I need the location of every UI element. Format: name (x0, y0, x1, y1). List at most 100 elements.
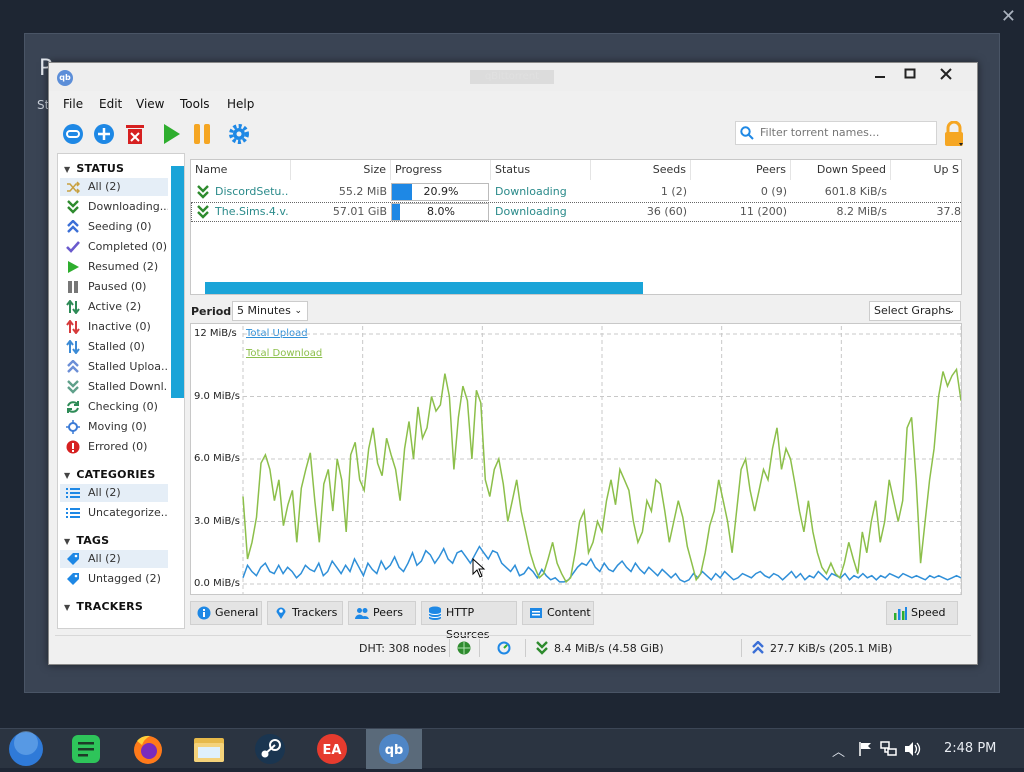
list-icon (66, 488, 80, 498)
mouse-cursor-icon (472, 558, 486, 578)
tags-header-label: TAGS (76, 534, 110, 547)
info-icon (197, 606, 211, 620)
tab-content[interactable]: Content (522, 601, 594, 625)
sidebar-status-item[interactable]: Seeding (0) (60, 218, 168, 236)
tab-general[interactable]: General (190, 601, 262, 625)
options-button[interactable] (227, 122, 251, 146)
torrent-row[interactable]: The.Sims.4.v... 57.01 GiB 8.0% Downloadi… (191, 202, 961, 222)
menu-file[interactable]: File (63, 97, 83, 111)
sidebar-item-label: Active (2) (88, 300, 142, 313)
pause-button[interactable] (190, 122, 214, 146)
sidebar-status-item[interactable]: Checking (0) (60, 398, 168, 416)
sidebar-category-item[interactable]: Uncategorize... (60, 504, 168, 522)
sidebar-status-item[interactable]: Errored (0) (60, 438, 168, 456)
sidebar-status-item[interactable]: Active (2) (60, 298, 168, 316)
taskbar-notes-app[interactable] (58, 729, 114, 769)
sidebar-item-label: Stalled Uploa... (88, 360, 168, 373)
tab-trackers[interactable]: Trackers (267, 601, 343, 625)
torrent-row[interactable]: DiscordSetu... 55.2 MiB 20.9% Downloadin… (191, 182, 961, 202)
bar-chart-icon (894, 607, 907, 620)
sidebar-status-item[interactable]: Stalled (0) (60, 338, 168, 356)
torrent-size: 57.01 GiB (332, 205, 387, 218)
trackers-header[interactable]: ▼ TRACKERS (64, 600, 143, 613)
column-header-up-speed[interactable]: Up S (891, 160, 961, 180)
menu-edit[interactable]: Edit (99, 97, 122, 111)
menu-help[interactable]: Help (227, 97, 254, 111)
updown-arrows-icon (66, 319, 80, 335)
column-header-down-speed[interactable]: Down Speed (791, 160, 891, 180)
sidebar-tag-item[interactable]: All (2) (60, 550, 168, 568)
minimize-button[interactable] (865, 65, 895, 87)
check-icon (66, 241, 80, 253)
column-header-status[interactable]: Status (491, 160, 591, 180)
period-value: 5 Minutes (237, 304, 291, 317)
sidebar-status-item[interactable]: Paused (0) (60, 278, 168, 296)
column-header-progress[interactable]: Progress (391, 160, 491, 180)
column-header-peers[interactable]: Peers (691, 160, 791, 180)
start-button[interactable] (0, 729, 56, 769)
taskbar-steam[interactable] (244, 729, 300, 769)
gear-icon (229, 124, 249, 144)
search-input[interactable] (758, 125, 928, 140)
tag-icon-wrap (66, 572, 80, 586)
play-icon (164, 124, 180, 144)
torrent-down-speed: 601.8 KiB/s (824, 185, 887, 198)
taskbar-ea-app[interactable]: EA (306, 729, 362, 769)
sidebar-status-item[interactable]: Downloading... (60, 198, 168, 216)
double-chevron-up-icon-wrap (66, 359, 80, 374)
refresh-icon (67, 401, 79, 413)
select-graphs-dropdown[interactable]: Select Graphs ⌄ (869, 301, 961, 321)
search-box[interactable] (735, 121, 937, 145)
column-header-size[interactable]: Size (291, 160, 391, 180)
sidebar-category-item[interactable]: All (2) (60, 484, 168, 502)
sidebar-tag-item[interactable]: Untagged (2) (60, 570, 168, 588)
chevron-up-icon[interactable]: ︿ (832, 741, 845, 760)
delete-torrent-button[interactable] (123, 122, 147, 146)
tab-speed[interactable]: Speed (886, 601, 958, 625)
resume-button[interactable] (159, 122, 183, 146)
add-torrent-link-button[interactable] (61, 122, 85, 146)
categories-header[interactable]: ▼ CATEGORIES (64, 468, 156, 481)
horizontal-scrollbar[interactable] (205, 282, 643, 294)
sidebar-status-item[interactable]: Stalled Downl... (60, 378, 168, 396)
connection-status-icon[interactable] (457, 641, 471, 655)
taskbar-clock[interactable]: 2:48 PM (944, 741, 996, 756)
tab-http-sources[interactable]: HTTP Sources (421, 601, 517, 641)
network-icon[interactable] (880, 741, 898, 757)
sidebar-scrollbar[interactable] (171, 166, 184, 398)
tags-header[interactable]: ▼ TAGS (64, 534, 109, 547)
maximize-button[interactable] (895, 65, 925, 87)
sidebar-status-item[interactable]: Inactive (0) (60, 318, 168, 336)
menu-view[interactable]: View (136, 97, 164, 111)
sidebar-item-label: All (2) (88, 486, 121, 499)
double-chevron-up-icon-wrap (66, 219, 80, 234)
download-speed-status[interactable]: 8.4 MiB/s (4.58 GiB) (554, 642, 664, 655)
tab-peers[interactable]: Peers (348, 601, 416, 625)
period-select[interactable]: 5 Minutes ⌄ (232, 301, 308, 321)
sidebar-status-item[interactable]: Resumed (2) (60, 258, 168, 276)
volume-icon[interactable] (904, 741, 922, 757)
taskbar-qbittorrent[interactable]: qb (366, 729, 422, 769)
sidebar-status-item[interactable]: Moving (0) (60, 418, 168, 436)
upload-speed-status[interactable]: 27.7 KiB/s (205.1 MiB) (770, 642, 892, 655)
add-torrent-file-button[interactable] (92, 122, 116, 146)
taskbar-file-explorer[interactable] (182, 729, 238, 769)
torrent-status: Downloading (495, 205, 567, 218)
taskbar-firefox[interactable] (120, 729, 176, 769)
updown-arrows-icon (66, 339, 80, 355)
sidebar-status-item[interactable]: Completed (0) (60, 238, 168, 256)
delete-icon (126, 125, 144, 144)
title-bar[interactable]: qb qBittorrent (49, 63, 977, 91)
sidebar-status-item[interactable]: All (2) (60, 178, 168, 196)
status-header[interactable]: ▼ STATUS (64, 162, 124, 175)
move-icon-wrap (66, 420, 80, 434)
column-header-seeds[interactable]: Seeds (591, 160, 691, 180)
flag-icon[interactable] (858, 741, 872, 757)
sidebar-status-item[interactable]: Stalled Uploa... (60, 358, 168, 376)
menu-tools[interactable]: Tools (180, 97, 210, 111)
column-header-name[interactable]: Name (191, 160, 291, 180)
speed-limit-icon[interactable] (497, 641, 511, 655)
close-icon[interactable]: ✕ (1001, 6, 1016, 27)
close-button[interactable] (931, 65, 961, 87)
lock-button[interactable] (943, 120, 963, 147)
